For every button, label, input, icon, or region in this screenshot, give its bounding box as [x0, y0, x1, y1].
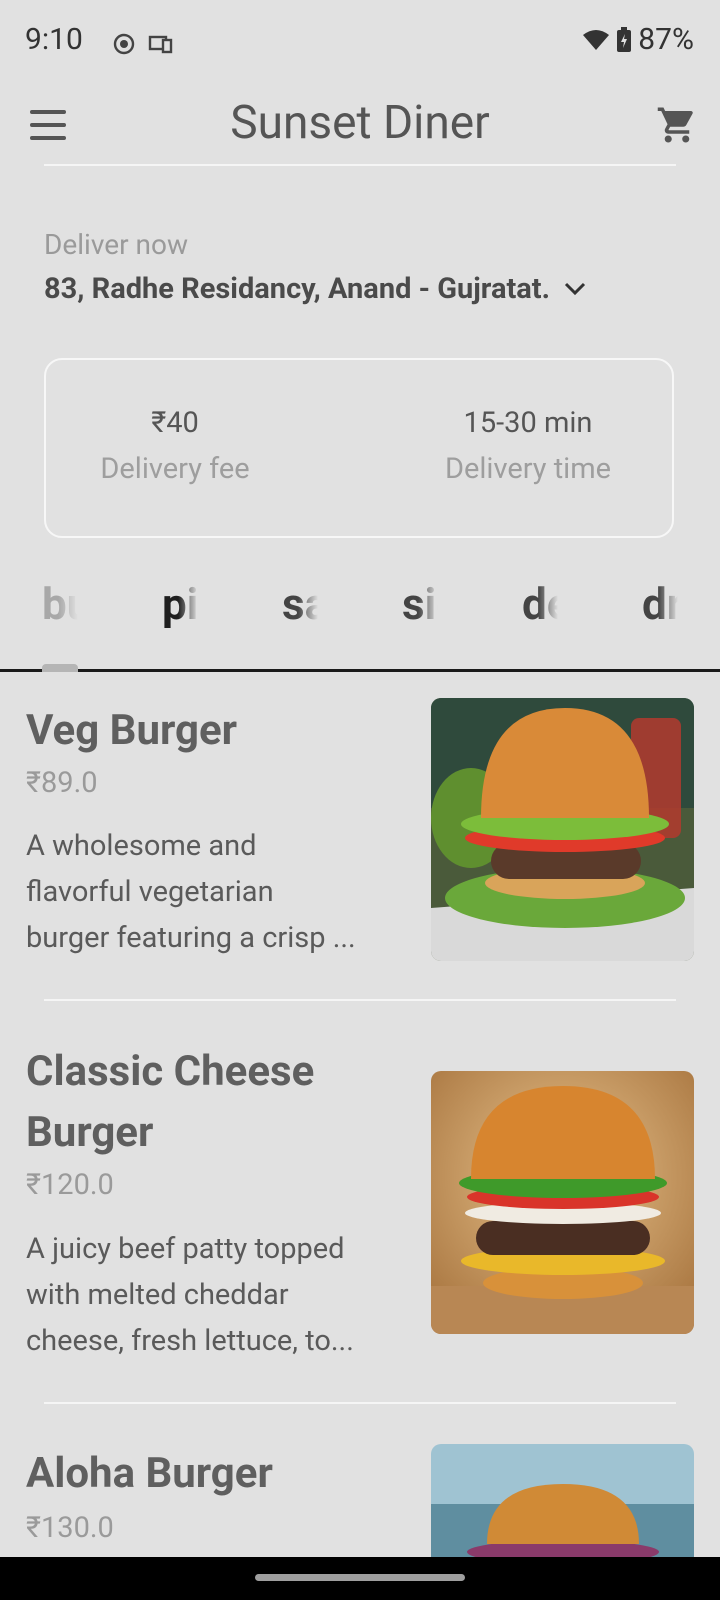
- home-gesture-handle[interactable]: [255, 1574, 465, 1581]
- header-divider: [44, 164, 676, 166]
- tab-drinks[interactable]: drinks: [642, 578, 678, 630]
- veg-burger-image[interactable]: [431, 698, 694, 961]
- item-description-line: burger featuring a crisp ...: [26, 921, 356, 955]
- address-selector[interactable]: 83, Radhe Residancy, Anand - Gujratat.: [44, 272, 586, 306]
- delivery-time-block: 15-30 min Delivery time: [428, 406, 628, 486]
- item-divider: [44, 999, 676, 1001]
- status-right: 87%: [582, 22, 694, 57]
- wifi-icon: [583, 29, 610, 50]
- item-price: ₹130.0: [26, 1511, 114, 1545]
- item-price: ₹89.0: [26, 766, 98, 800]
- delivery-time-value: 15-30 min: [463, 406, 593, 440]
- chevron-down-icon: [564, 282, 586, 296]
- item-description-line: A juicy beef patty topped: [26, 1232, 345, 1266]
- item-description: A juicy beef patty topped with melted ch…: [26, 1226, 404, 1364]
- battery-icon: [617, 26, 632, 52]
- item-name[interactable]: Classic Cheese Burger: [26, 1041, 396, 1163]
- tab-burgers[interactable]: burgers: [42, 578, 78, 630]
- delivery-fee-label: Delivery fee: [100, 452, 250, 486]
- item-description-line: with melted cheddar: [26, 1278, 289, 1312]
- status-notification-icons: [112, 32, 174, 56]
- item-divider: [44, 1402, 676, 1404]
- item-description-line: A wholesome and: [26, 829, 257, 863]
- delivery-time-label: Delivery time: [444, 452, 612, 486]
- tab-pizza[interactable]: pizza: [162, 578, 198, 630]
- screen-record-icon: [113, 33, 135, 55]
- delivery-fee-value: ₹40: [151, 406, 199, 440]
- active-tab-indicator: [42, 664, 78, 672]
- delivery-fee-block: ₹40 Delivery fee: [90, 406, 260, 486]
- item-name-line: Burger: [26, 1108, 154, 1157]
- cart-icon: [657, 107, 693, 143]
- tabs-underline: [0, 669, 720, 672]
- cart-button[interactable]: [656, 104, 698, 146]
- status-time: 9:10: [25, 22, 83, 57]
- item-description-line: cheese, fresh lettuce, to...: [26, 1324, 354, 1358]
- tab-sandwiches[interactable]: sandwiches: [282, 578, 318, 630]
- tab-desserts[interactable]: desserts: [522, 578, 558, 630]
- delivery-info-card: ₹40 Delivery fee 15-30 min Delivery time: [44, 358, 674, 538]
- item-name-line: Classic Cheese: [26, 1047, 315, 1096]
- battery-percent: 87%: [638, 22, 694, 57]
- item-name[interactable]: Aloha Burger: [26, 1443, 396, 1504]
- item-description: A wholesome and flavorful vegetarian bur…: [26, 823, 404, 961]
- address-text: 83, Radhe Residancy, Anand - Gujratat.: [44, 272, 551, 306]
- cheese-burger-image[interactable]: [431, 1071, 694, 1334]
- page-title: Sunset Diner: [230, 96, 490, 150]
- aloha-burger-image[interactable]: [431, 1444, 694, 1557]
- item-price: ₹120.0: [26, 1168, 114, 1202]
- tab-sides[interactable]: sides: [402, 578, 438, 630]
- burger-photo-icon: [431, 1071, 694, 1334]
- item-name[interactable]: Veg Burger: [26, 700, 396, 761]
- burger-photo-icon: [431, 698, 694, 961]
- burger-photo-icon: [431, 1444, 694, 1557]
- item-description-line: flavorful vegetarian: [26, 875, 274, 909]
- cast-device-icon: [148, 35, 173, 54]
- deliver-now-label: Deliver now: [44, 228, 188, 261]
